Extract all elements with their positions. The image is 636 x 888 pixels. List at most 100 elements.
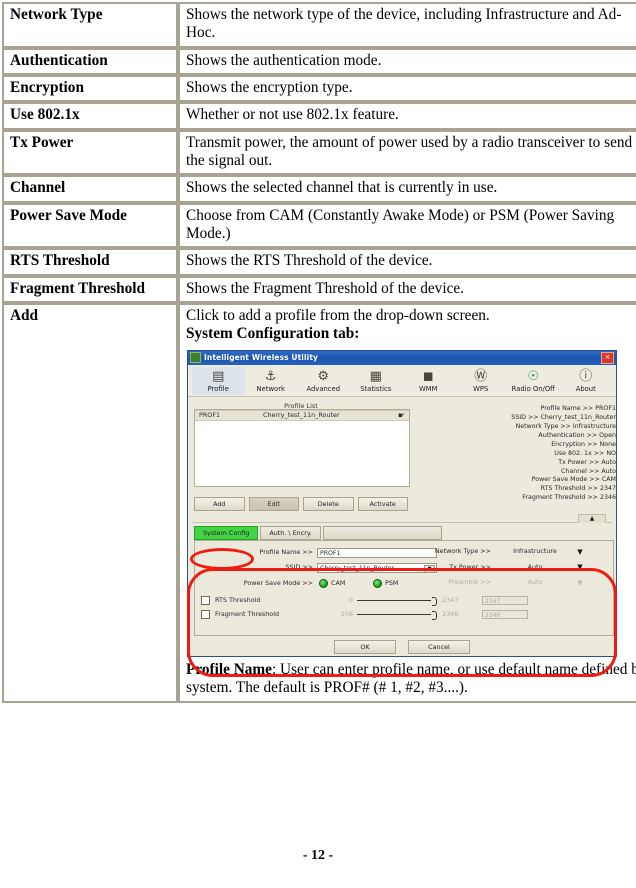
toolbar-tab-label: WMM — [419, 384, 438, 393]
profile-row-status-icon: ☛ — [397, 410, 405, 420]
profile-list-row[interactable]: PROF1 Cherry_test_11n_Router ☛ — [195, 409, 409, 421]
table-row: Network Type Shows the network type of t… — [2, 2, 636, 48]
network-type-row: Network Type >> Infrastructure ▼ — [413, 548, 609, 556]
delete-button[interactable]: Delete — [303, 496, 354, 511]
slider-knob[interactable] — [432, 610, 437, 620]
detail-ssid: SSID >> Cherry_test_11n_Router — [511, 413, 616, 421]
profile-name-label: Profile Name >> — [259, 548, 314, 557]
caption-lead: Profile Name — [186, 660, 272, 678]
rts-threshold-checkbox[interactable] — [201, 595, 210, 605]
ssid-value: Cherry_test_11n_Router — [320, 564, 395, 572]
cam-radio[interactable] — [319, 578, 328, 588]
dialog-buttons: OK Cancel — [192, 639, 612, 654]
toolbar-tab-radio-on-off[interactable]: ☉ Radio On/Off — [507, 367, 560, 395]
page-number: - 12 - — [302, 848, 334, 863]
add-button[interactable]: Add — [194, 496, 245, 511]
profile-icon: ▤ — [212, 368, 225, 384]
rts-max-value: 2347 — [442, 595, 459, 604]
about-info-icon: ⓘ — [579, 368, 593, 384]
profile-row-name: PROF1 — [199, 410, 221, 419]
panel-divider: ▲ — [192, 513, 612, 523]
add-line-1: Click to add a profile from the drop-dow… — [186, 307, 490, 325]
row-term: Encryption — [2, 75, 178, 103]
detail-channel: Channel >> Auto — [560, 467, 616, 475]
table-row: Channel Shows the selected channel that … — [2, 175, 636, 203]
edit-button[interactable]: Edit — [248, 496, 299, 511]
network-type-value: Infrastructure — [513, 547, 557, 556]
tx-power-row: Tx Power >> Auto ▼ — [413, 563, 609, 571]
row-term: Channel — [2, 175, 178, 203]
close-icon[interactable]: × — [601, 351, 614, 364]
power-save-mode-label: Power Save Mode >> — [243, 578, 313, 587]
tab-auth-encry[interactable]: Auth. \ Encry. — [260, 525, 321, 540]
row-term: Tx Power — [2, 129, 178, 176]
table-row: Encryption Shows the encryption type. — [2, 75, 636, 103]
profile-list-group: Profile List PROF1 Cherry_test_11n_Route… — [192, 401, 616, 501]
psm-label: PSM — [385, 578, 399, 587]
psm-radio[interactable] — [373, 578, 382, 588]
toolbar-tab-advanced[interactable]: ⚙ Advanced — [297, 367, 350, 395]
toolbar-tab-wmm[interactable]: ◼ WMM — [402, 367, 455, 395]
profile-list-box: PROF1 Cherry_test_11n_Router ☛ — [194, 408, 410, 487]
slider-knob[interactable] — [432, 596, 437, 606]
detail-rts-threshold: RTS Threshold >> 2347 — [540, 485, 616, 493]
detail-fragment-threshold: Fragment Threshold >> 2346 — [522, 494, 616, 502]
rts-threshold-input[interactable]: 2347 — [482, 595, 528, 605]
row-desc: Shows the RTS Threshold of the device. — [178, 248, 636, 276]
collapse-up-arrow-icon[interactable]: ▲ — [578, 513, 606, 523]
fragment-threshold-label: Fragment Threshold — [215, 609, 280, 618]
table-row: RTS Threshold Shows the RTS Threshold of… — [2, 248, 636, 276]
row-term: Add — [2, 303, 178, 703]
toolbar-tab-label: Advanced — [306, 384, 341, 393]
profile-name-caption: Profile Name: User can enter profile nam… — [186, 661, 636, 698]
toolbar-tab-wps[interactable]: Ⓦ WPS — [455, 367, 508, 395]
chevron-down-icon[interactable]: ▼ — [573, 563, 587, 571]
cancel-button[interactable]: Cancel — [408, 639, 470, 654]
detail-profile-name: Profile Name >> PROF1 — [540, 404, 616, 412]
window-title: Intelligent Wireless Utility — [204, 353, 318, 363]
detail-authentication: Authentication >> Open — [538, 431, 616, 439]
wmm-icon: ◼ — [422, 368, 434, 384]
row-term: RTS Threshold — [2, 248, 178, 276]
cam-label: CAM — [331, 578, 346, 587]
toolbar-tab-label: About — [575, 384, 596, 393]
table-row-add: Add Click to add a profile from the drop… — [2, 303, 636, 703]
toolbar-tab-profile[interactable]: ▤ Profile — [192, 366, 245, 395]
row-term: Power Save Mode — [2, 202, 178, 249]
radio-antenna-icon: ☉ — [527, 368, 540, 384]
row-desc: Transmit power, the amount of power used… — [178, 129, 636, 176]
fragment-threshold-slider[interactable] — [357, 610, 437, 620]
toolbar-tab-network[interactable]: ⚓ Network — [245, 367, 298, 395]
chevron-down-icon[interactable]: ▼ — [573, 548, 587, 556]
embedded-screenshot: Intelligent Wireless Utility × ▤ Profile… — [187, 349, 617, 677]
detail-tx-power: Tx Power >> Auto — [558, 458, 616, 466]
detail-power-save-mode: Power Save Mode >> CAM — [531, 476, 616, 484]
row-term: Fragment Threshold — [2, 275, 178, 304]
toolbar-tab-label: Statistics — [360, 384, 392, 393]
toolbar-tab-label: WPS — [473, 384, 489, 393]
activate-button[interactable]: Activate — [357, 496, 408, 511]
subtab-filler — [322, 525, 442, 540]
toolbar-tab-label: Radio On/Off — [511, 384, 555, 393]
preamble-value: Auto — [527, 578, 543, 587]
fragment-threshold-checkbox[interactable] — [201, 609, 210, 619]
ok-button[interactable]: OK — [334, 639, 396, 654]
toolbar-tab-about[interactable]: ⓘ About — [560, 367, 613, 395]
row-desc: Shows the encryption type. — [178, 75, 636, 103]
window-titlebar: Intelligent Wireless Utility × — [188, 350, 616, 365]
main-toolbar: ▤ Profile ⚓ Network ⚙ Advanced ▦ Statist… — [188, 364, 616, 397]
specification-table: Network Type Shows the network type of t… — [2, 2, 636, 703]
profile-action-buttons: Add Edit Delete Activate — [194, 496, 408, 511]
table-row: Tx Power Transmit power, the amount of p… — [2, 129, 636, 176]
right-config-column: Network Type >> Infrastructure ▼ Tx Powe… — [413, 548, 609, 594]
row-desc: Shows the authentication mode. — [178, 47, 636, 76]
row-desc: Choose from CAM (Constantly Awake Mode) … — [178, 202, 636, 249]
preamble-row: Preamble >> Auto ▼ — [413, 578, 609, 587]
rts-threshold-slider[interactable] — [357, 596, 437, 606]
fragment-threshold-input[interactable]: 2346 — [482, 609, 528, 619]
add-line-2: System Configuration tab: — [186, 325, 360, 343]
toolbar-tab-statistics[interactable]: ▦ Statistics — [350, 367, 403, 395]
row-term: Use 802.1x — [2, 102, 178, 130]
row-desc-add: Click to add a profile from the drop-dow… — [178, 303, 636, 703]
tab-system-config[interactable]: System Config — [194, 525, 259, 540]
